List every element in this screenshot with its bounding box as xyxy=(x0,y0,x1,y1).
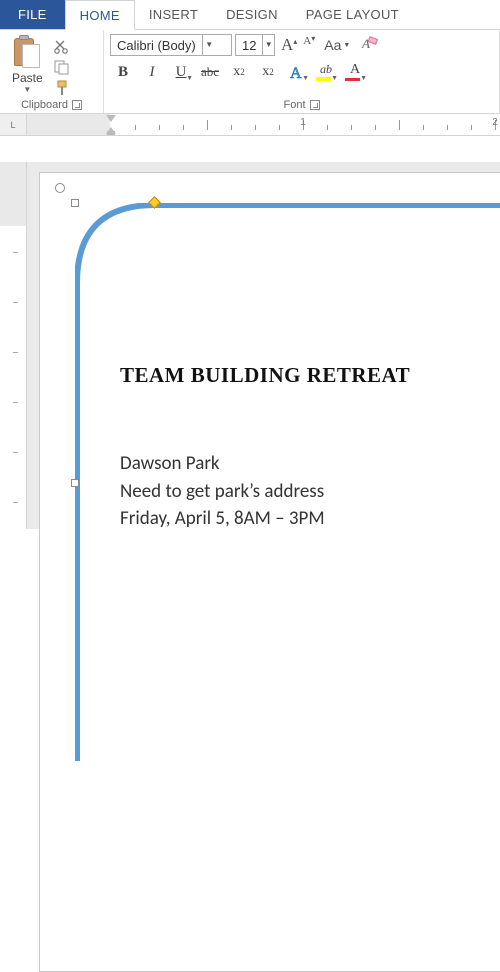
left-indent-marker[interactable] xyxy=(107,131,115,135)
chevron-down-icon[interactable]: ▼ xyxy=(23,85,31,94)
group-clipboard: Paste ▼ xyxy=(0,30,104,113)
font-color-swatch xyxy=(345,78,360,81)
paste-label: Paste xyxy=(12,71,43,85)
chevron-down-icon[interactable]: ▼ xyxy=(360,74,367,82)
tab-file[interactable]: FILE xyxy=(0,0,65,29)
highlight-button[interactable]: ab ▼ xyxy=(313,60,339,84)
tab-home[interactable]: HOME xyxy=(65,0,135,30)
chevron-down-icon: ▼ xyxy=(343,42,350,49)
vertical-ruler[interactable] xyxy=(0,162,27,529)
grow-font-button[interactable]: A▴ xyxy=(278,35,300,55)
chevron-down-icon[interactable]: ▼ xyxy=(186,74,193,82)
font-size-combo[interactable]: 12 ▼ xyxy=(235,34,275,56)
copy-icon xyxy=(53,59,71,75)
ribbon: Paste ▼ xyxy=(0,30,500,114)
tab-selector[interactable]: L xyxy=(0,114,27,135)
horizontal-ruler[interactable]: 1 2 xyxy=(27,114,500,135)
font-color-button[interactable]: A ▼ xyxy=(342,60,368,84)
document-area: TEAM BUILDING RETREAT Dawson Park Need t… xyxy=(0,162,500,529)
shrink-font-button[interactable]: A▾ xyxy=(300,35,318,55)
copy-button[interactable] xyxy=(51,58,73,76)
clear-formatting-button[interactable]: A xyxy=(356,35,382,56)
chevron-down-icon[interactable]: ▼ xyxy=(302,74,309,82)
font-name-combo[interactable]: Calibri (Body) ▼ xyxy=(110,34,232,56)
selection-handle-nw[interactable] xyxy=(71,199,79,207)
svg-text:A: A xyxy=(361,36,370,51)
tab-insert[interactable]: INSERT xyxy=(135,0,212,29)
page-viewport[interactable]: TEAM BUILDING RETREAT Dawson Park Need t… xyxy=(27,162,500,529)
ruler-area: L 1 2 xyxy=(0,114,500,136)
bold-button[interactable]: B xyxy=(110,60,136,84)
scissors-icon xyxy=(53,38,71,54)
strikethrough-button[interactable]: abc xyxy=(197,60,223,84)
font-name-value: Calibri (Body) xyxy=(111,38,202,53)
cut-button[interactable] xyxy=(51,37,73,55)
italic-button[interactable]: I xyxy=(139,60,165,84)
font-dialog-launcher[interactable] xyxy=(310,100,320,110)
group-clipboard-label: Clipboard xyxy=(21,99,68,111)
doc-line-2[interactable]: Need to get park’s address xyxy=(120,478,410,506)
ruler-label-2: 2 xyxy=(492,117,498,128)
svg-text:A: A xyxy=(290,65,302,81)
group-font-label: Font xyxy=(283,99,305,111)
doc-line-1[interactable]: Dawson Park xyxy=(120,450,410,478)
selection-handle-w[interactable] xyxy=(71,479,79,487)
chevron-down-icon[interactable]: ▼ xyxy=(262,35,274,55)
doc-title[interactable]: TEAM BUILDING RETREAT xyxy=(120,363,410,388)
tab-page-layout[interactable]: PAGE LAYOUT xyxy=(292,0,413,29)
ribbon-tabs: FILE HOME INSERT DESIGN PAGE LAYOUT xyxy=(0,0,500,30)
paintbrush-icon xyxy=(53,80,71,96)
paste-button[interactable]: Paste ▼ xyxy=(6,34,49,96)
page: TEAM BUILDING RETREAT Dawson Park Need t… xyxy=(39,172,500,972)
tab-design[interactable]: DESIGN xyxy=(212,0,292,29)
paste-icon xyxy=(12,36,42,70)
rotation-handle[interactable] xyxy=(55,183,65,193)
underline-button[interactable]: U▼ xyxy=(168,60,194,84)
ruler-label-1: 1 xyxy=(300,117,306,128)
subscript-button[interactable]: x2 xyxy=(226,60,252,84)
document-text[interactable]: TEAM BUILDING RETREAT Dawson Park Need t… xyxy=(120,363,410,533)
chevron-down-icon[interactable]: ▼ xyxy=(202,35,216,55)
group-font: Calibri (Body) ▼ 12 ▼ A▴ A▾ Aa xyxy=(104,30,500,113)
eraser-a-icon: A xyxy=(359,35,379,53)
font-size-value: 12 xyxy=(236,38,262,53)
superscript-button[interactable]: x2 xyxy=(255,60,281,84)
format-painter-button[interactable] xyxy=(51,79,73,97)
highlight-swatch xyxy=(316,77,331,81)
chevron-down-icon[interactable]: ▼ xyxy=(331,74,338,82)
text-effects-button[interactable]: A ▼ xyxy=(284,60,310,84)
change-case-button[interactable]: Aa ▼ xyxy=(321,37,353,53)
first-line-indent-marker[interactable] xyxy=(106,115,116,122)
clipboard-dialog-launcher[interactable] xyxy=(72,100,82,110)
